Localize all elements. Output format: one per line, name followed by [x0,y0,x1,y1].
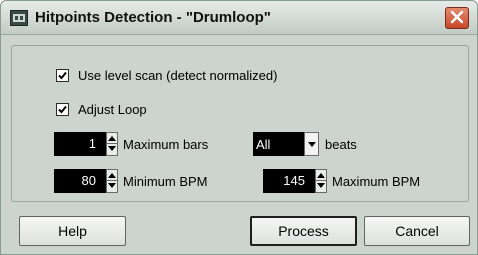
adjust-loop-option[interactable]: Adjust Loop [56,102,147,117]
dialog-title: Hitpoints Detection - "Drumloop" [35,9,271,26]
arrow-down-icon [317,183,325,188]
max-bars-field[interactable]: 1 [54,132,106,156]
adjust-loop-label: Adjust Loop [78,102,147,117]
cancel-button[interactable]: Cancel [364,216,470,246]
max-bpm-spinner[interactable] [315,169,327,193]
arrow-down-icon [108,183,116,188]
level-scan-option[interactable]: Use level scan (detect normalized) [56,68,277,83]
close-icon [450,10,464,24]
spin-down-button[interactable] [107,144,117,155]
chevron-down-icon [307,141,316,147]
max-bars-control: 1 Maximum bars [54,132,208,156]
help-button[interactable]: Help [19,216,126,246]
min-bpm-label: Minimum BPM [123,173,208,189]
beats-value: All [256,136,271,152]
arrow-up-icon [108,136,116,141]
min-bpm-control: 80 Minimum BPM [54,169,208,193]
max-bpm-label: Maximum BPM [332,173,421,189]
max-bars-label: Maximum bars [123,136,209,152]
dialog-window: Hitpoints Detection - "Drumloop" Use lev… [0,0,478,255]
checkmark-icon [58,71,67,80]
app-icon [10,10,28,26]
max-bpm-control: 145 Maximum BPM [263,169,420,193]
title-bar[interactable]: Hitpoints Detection - "Drumloop" [1,1,477,35]
min-bpm-spinner[interactable] [106,169,118,193]
close-button[interactable] [445,7,469,29]
dropdown-arrow-button[interactable] [304,132,319,156]
spin-up-button[interactable] [316,170,326,181]
spin-down-button[interactable] [107,181,117,192]
spin-up-button[interactable] [107,170,117,181]
arrow-down-icon [108,146,116,151]
process-button[interactable]: Process [250,216,357,246]
max-bars-spinner[interactable] [106,132,118,156]
beats-label: beats [325,137,357,152]
spin-up-button[interactable] [107,133,117,144]
beats-dropdown[interactable]: All [253,132,319,156]
max-bpm-field[interactable]: 145 [263,169,315,193]
adjust-loop-checkbox[interactable] [56,103,69,116]
level-scan-checkbox[interactable] [56,69,69,82]
spin-down-button[interactable] [316,181,326,192]
min-bpm-field[interactable]: 80 [54,169,106,193]
checkmark-icon [58,105,67,114]
level-scan-label: Use level scan (detect normalized) [78,68,278,83]
arrow-up-icon [108,173,116,178]
arrow-up-icon [317,173,325,178]
